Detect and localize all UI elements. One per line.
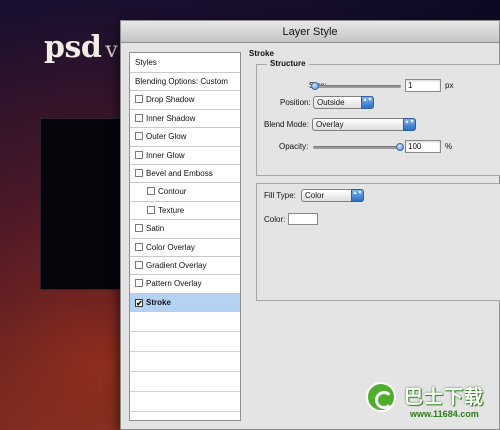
style-item-label: Outer Glow [146, 132, 187, 142]
styles-list-empty-row [130, 352, 240, 373]
color-label: Color: [264, 215, 286, 224]
style-item-label: Bevel and Emboss [146, 168, 213, 178]
style-item-pattern-overlay[interactable]: Pattern Overlay [130, 275, 240, 294]
layer-style-dialog: Layer Style Styles Blending Options: Cus… [120, 20, 500, 430]
style-item-contour[interactable]: Contour [130, 183, 240, 202]
checkbox-icon[interactable] [135, 168, 143, 177]
styles-list-empty-row [130, 312, 240, 333]
background-glow [0, 300, 125, 430]
styles-list: Styles Blending Options: Custom Drop Shad… [129, 52, 241, 421]
position-label: Position: [280, 98, 311, 107]
watermark: 巴士下载 www.11684.com [360, 376, 500, 430]
style-item-outer-glow[interactable]: Outer Glow [130, 128, 240, 147]
style-item-gradient-overlay[interactable]: Gradient Overlay [130, 257, 240, 276]
checkbox-icon[interactable]: ✔ [135, 298, 143, 307]
watermark-text: 巴士下载 [404, 387, 485, 408]
style-item-blending-options-custom[interactable]: Blending Options: Custom [130, 73, 240, 92]
size-slider-thumb[interactable] [311, 82, 319, 90]
position-select-value: Outside [317, 98, 345, 107]
checkbox-icon[interactable] [135, 150, 143, 159]
fill-type-select-value: Color [305, 191, 325, 200]
checkbox-icon[interactable] [135, 132, 143, 141]
style-item-label: Pattern Overlay [146, 279, 202, 289]
style-item-inner-shadow[interactable]: Inner Shadow [130, 110, 240, 129]
style-item-stroke[interactable]: ✔ Stroke [130, 293, 240, 313]
style-item-label: Inner Glow [146, 150, 185, 160]
structure-group: Structure Size: 1 px Position: Outside ▲… [256, 59, 500, 176]
style-item-label: Texture [158, 205, 185, 215]
style-item-label: Stroke [146, 297, 171, 307]
blend-mode-label: Blend Mode: [264, 120, 309, 129]
style-item-drop-shadow[interactable]: Drop Shadow [130, 91, 240, 110]
checkbox-icon[interactable] [147, 187, 155, 196]
style-item-label: Color Overlay [146, 242, 195, 252]
opacity-slider-thumb[interactable] [396, 143, 404, 151]
style-item-label: Blending Options: Custom [135, 77, 228, 86]
dialog-titlebar[interactable]: Layer Style [121, 21, 499, 43]
background-logo: psd v [44, 30, 118, 65]
style-item-label: Satin [146, 224, 165, 234]
opacity-slider-track[interactable] [313, 146, 402, 149]
style-item-bevel-and-emboss[interactable]: Bevel and Emboss [130, 165, 240, 184]
fill-type-select[interactable]: Color ▲▼ [301, 189, 364, 202]
fill-type-label: Fill Type: [264, 191, 296, 200]
opacity-unit-label: % [445, 142, 453, 151]
styles-list-empty-row [130, 372, 240, 393]
checkbox-icon[interactable] [135, 260, 143, 269]
fill-group: Fill Type: Color ▲▼ Color: [256, 183, 500, 301]
checkbox-icon[interactable] [135, 242, 143, 251]
blend-mode-select[interactable]: Overlay ▲▼ [312, 118, 416, 131]
style-item-label: Drop Shadow [146, 95, 195, 105]
stroke-section-title: Stroke [249, 49, 274, 58]
stroke-settings-panel: Stroke Structure Size: 1 px Position: Ou… [249, 45, 500, 430]
background-logo-suffix: v [105, 38, 118, 63]
styles-list-header[interactable]: Styles [130, 53, 240, 73]
style-item-label: Inner Shadow [146, 113, 196, 123]
size-input[interactable]: 1 [405, 79, 441, 92]
size-slider-track[interactable] [313, 85, 401, 88]
select-arrows-icon: ▲▼ [403, 118, 416, 131]
watermark-logo-icon [366, 382, 396, 412]
style-item-texture[interactable]: Texture [130, 202, 240, 221]
size-unit-label: px [445, 81, 454, 90]
background-dark-panel [40, 118, 124, 290]
select-arrows-icon: ▲▼ [361, 96, 374, 109]
color-swatch[interactable] [288, 213, 318, 225]
checkbox-icon[interactable] [135, 224, 143, 233]
checkbox-icon[interactable] [135, 279, 143, 288]
styles-list-empty-row [130, 392, 240, 413]
position-select[interactable]: Outside ▲▼ [313, 96, 374, 109]
dialog-title: Layer Style [282, 26, 338, 38]
styles-header-label: Styles [135, 58, 157, 67]
opacity-label: Opacity: [279, 142, 309, 151]
style-item-inner-glow[interactable]: Inner Glow [130, 147, 240, 165]
blend-mode-select-value: Overlay [316, 120, 344, 129]
watermark-url: www.11684.com [410, 409, 479, 419]
opacity-input[interactable]: 100 [405, 140, 441, 153]
style-item-color-overlay[interactable]: Color Overlay [130, 239, 240, 257]
checkbox-icon[interactable] [147, 205, 155, 214]
select-arrows-icon: ▲▼ [351, 189, 364, 202]
checkbox-icon[interactable] [135, 113, 143, 122]
style-item-satin[interactable]: Satin [130, 220, 240, 239]
styles-list-empty-row [130, 332, 240, 353]
background-logo-text: psd [44, 30, 102, 65]
structure-group-title: Structure [267, 59, 309, 68]
checkbox-icon[interactable] [135, 95, 143, 104]
style-item-label: Contour [158, 187, 187, 197]
style-item-label: Gradient Overlay [146, 260, 207, 270]
